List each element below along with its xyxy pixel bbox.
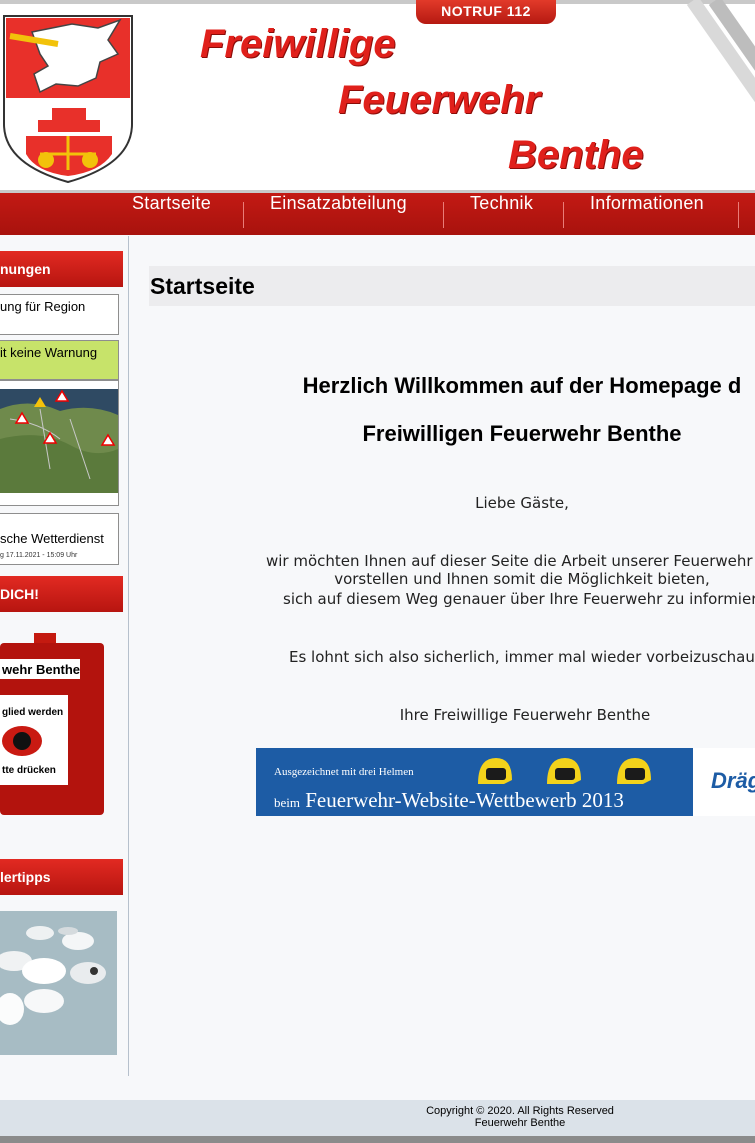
- award-title-text: Feuerwehr-Website-Wettbewerb 2013: [305, 788, 624, 812]
- nav-item-technik[interactable]: Technik: [470, 193, 533, 235]
- nav-separator: [738, 202, 739, 228]
- no-warning-status: it keine Warnung: [0, 340, 119, 380]
- weather-region-box[interactable]: ung für Region: [0, 294, 119, 335]
- dwd-source-box[interactable]: sche Wetterdienst g 17.11.2021 - 15:09 U…: [0, 513, 119, 565]
- nav-separator: [563, 202, 564, 228]
- signature-text: Ihre Freiwillige Feuerwehr Benthe: [399, 706, 651, 724]
- closing-text: Es lohnt sich also sicherlich, immer mal…: [289, 648, 755, 666]
- sidebar-head-tips: lertipps: [0, 859, 123, 895]
- footer-copyright: Copyright © 2020. All Rights Reserved Fe…: [380, 1105, 660, 1129]
- page-title: Startseite: [149, 266, 755, 306]
- site-header: NOTRUF 112 Freiwillige Feuerwehr Benthe: [0, 0, 755, 193]
- left-sidebar: nungen ung für Region it keine Warnung s…: [0, 236, 129, 1076]
- intro-line2: vorstellen und Ihnen somit die Möglichke…: [334, 570, 710, 588]
- footer-org-text: Feuerwehr Benthe: [474, 1117, 566, 1129]
- nav-separator: [243, 202, 244, 228]
- sponsor-logo: Dräg: [693, 748, 755, 816]
- header-title-line2: Feuerwehr: [338, 78, 541, 122]
- award-title: beim Feuerwehr-Website-Wettbewerb 2013: [274, 788, 624, 813]
- header-top-line: [0, 0, 755, 4]
- weather-region-label: ung für Region: [0, 299, 86, 314]
- copyright-text: Copyright © 2020. All Rights Reserved: [426, 1105, 614, 1117]
- helmet-icon: [478, 758, 512, 784]
- smoke-detector-image[interactable]: [0, 911, 117, 1055]
- nav-item-einsatzabteilung[interactable]: Einsatzabteilung: [270, 193, 407, 235]
- nav-item-startseite[interactable]: Startseite: [132, 193, 211, 235]
- welcome-heading-line2: Freiwilligen Feuerwehr Benthe: [362, 421, 682, 446]
- award-prefix: beim: [274, 795, 300, 810]
- welcome-heading-line1: Herzlich Willkommen auf der Homepage d: [302, 373, 742, 398]
- greeting-text: Liebe Gäste,: [475, 494, 569, 512]
- weather-map-box[interactable]: [0, 380, 119, 506]
- alarm-press-text: tte drücken: [2, 765, 56, 776]
- header-title-line1: Freiwillige: [200, 22, 396, 66]
- coat-of-arms-logo[interactable]: [0, 14, 136, 184]
- nav-separator: [443, 202, 444, 228]
- dwd-timestamp: g 17.11.2021 - 15:09 Uhr: [0, 552, 78, 559]
- helmet-icon: [617, 758, 651, 784]
- sponsor-logo-text: Dräg: [711, 768, 755, 793]
- intro-line3: sich auf diesem Weg genauer über Ihre Fe…: [283, 590, 755, 608]
- award-subtitle: Ausgezeichnet mit drei Helmen: [274, 766, 414, 778]
- footer-bottom-bar: [0, 1136, 755, 1143]
- main-navigation: Startseite Einsatzabteilung Technik Info…: [0, 193, 755, 235]
- helmet-icon: [547, 758, 581, 784]
- intro-line1: wir möchten Ihnen auf dieser Seite die A…: [266, 552, 755, 570]
- dwd-source-label: sche Wetterdienst: [0, 531, 104, 546]
- join-alarm-button-image[interactable]: wehr Benthe glied werden tte drücken: [0, 631, 108, 821]
- alarm-brand-text: wehr Benthe: [1, 662, 80, 677]
- header-title-line3: Benthe: [508, 133, 644, 177]
- nav-item-informationen[interactable]: Informationen: [590, 193, 704, 235]
- no-warning-label: it keine Warnung: [0, 345, 98, 360]
- alarm-member-text: glied werden: [2, 707, 63, 718]
- sidebar-head-join: DICH!: [0, 576, 123, 612]
- emergency-number-badge: NOTRUF 112: [416, 0, 556, 24]
- weather-map-image[interactable]: [0, 389, 118, 493]
- sidebar-head-warnings: nungen: [0, 251, 123, 287]
- award-banner[interactable]: Ausgezeichnet mit drei Helmen beim Feuer…: [256, 748, 755, 816]
